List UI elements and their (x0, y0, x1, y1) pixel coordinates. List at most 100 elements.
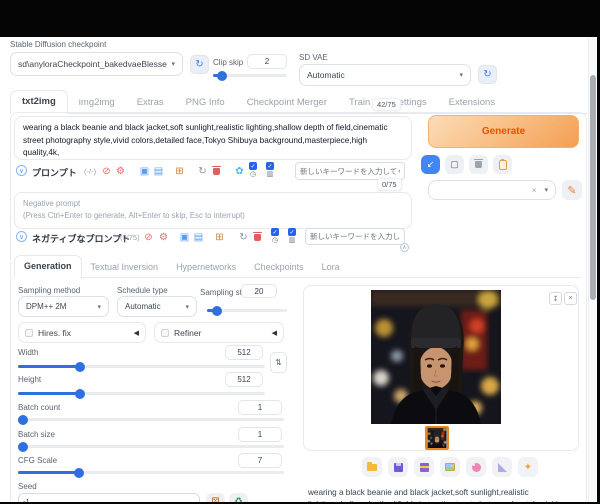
window-top-band (0, 0, 600, 37)
extra-networks-button[interactable]: ▢ (445, 155, 464, 174)
prompt-textarea[interactable]: wearing a black beanie and black jacket,… (14, 116, 412, 160)
reuse-seed-button[interactable]: ♻ (229, 493, 248, 502)
save-icon[interactable]: ▤ (192, 231, 205, 244)
save-icon[interactable]: ▤ (152, 165, 165, 178)
refiner-checkbox[interactable] (161, 328, 169, 337)
palette-icon (471, 462, 481, 472)
height-value[interactable]: 512 (225, 372, 263, 387)
flower-icon[interactable]: ✿ (233, 165, 246, 178)
cfg-scale-slider[interactable] (18, 467, 284, 478)
collapse-left-icon[interactable]: ◀ (272, 329, 277, 337)
batch-count-value[interactable]: 1 (238, 400, 282, 415)
tab-img2img[interactable]: img2img (68, 92, 126, 114)
translate-icon[interactable]: ⊘ (142, 231, 155, 244)
delete-icon[interactable] (210, 165, 223, 178)
trash-icon (474, 158, 483, 168)
tab-lora[interactable]: Lora (313, 257, 349, 278)
folder-icon (367, 461, 377, 471)
auto-translate-toggle[interactable]: ✓ ◷ (271, 228, 279, 244)
settings-icon[interactable]: ⚙ (114, 165, 127, 178)
page-scrollbar-thumb[interactable] (590, 75, 596, 300)
checkpoint-dropdown[interactable]: sd\anyloraCheckpoint_bakedvaeBlessedFp16… (10, 52, 183, 76)
apply-styles-button[interactable] (493, 155, 512, 174)
tab-textual-inversion[interactable]: Textual Inversion (82, 257, 168, 278)
save-zip-button[interactable] (414, 457, 434, 477)
dictionary-toggle[interactable]: ✓ ▥ (266, 162, 274, 178)
edit-styles-button[interactable]: ✎ (562, 180, 582, 200)
cfg-scale-value[interactable]: 7 (238, 453, 282, 468)
sd-vae-refresh-button[interactable]: ↻ (478, 65, 497, 84)
frame-icon: ▢ (450, 159, 459, 169)
sd-vae-dropdown[interactable]: Automatic ▾ (299, 64, 471, 86)
copy-icon[interactable]: ▣ (138, 165, 151, 178)
gallery-thumbnail[interactable] (425, 426, 449, 450)
negative-prompt-textarea[interactable] (14, 192, 412, 229)
checkpoint-value: sd\anyloraCheckpoint_bakedvaeBlessedFp16… (18, 59, 167, 69)
send-to-img2img-button[interactable] (440, 457, 460, 477)
send-to-inpaint-button[interactable] (466, 457, 486, 477)
chevron-up-icon: ∧ (402, 245, 407, 251)
hires-fix-section[interactable]: Hires. fix ◀ (18, 322, 146, 343)
clip-skip-slider[interactable] (213, 70, 287, 81)
send-to-extras-button[interactable] (492, 457, 512, 477)
width-slider[interactable] (18, 361, 265, 372)
clear-styles-icon[interactable]: × (532, 186, 537, 195)
batch-size-slider[interactable] (18, 441, 284, 452)
hires-fix-checkbox[interactable] (25, 328, 33, 337)
settings-icon[interactable]: ⚙ (157, 231, 170, 244)
generated-image[interactable] (371, 290, 501, 424)
refiner-section[interactable]: Refiner ◀ (154, 322, 284, 343)
refresh-icon: ↻ (483, 69, 492, 80)
book-icon: ▥ (266, 171, 274, 178)
negative-keyword-input[interactable] (305, 228, 405, 245)
clear-prompt-button[interactable] (469, 155, 488, 174)
paste-params-button[interactable]: ↙ (421, 155, 440, 174)
sampling-steps-slider[interactable] (207, 305, 287, 316)
batch-size-label: Batch size (18, 430, 55, 439)
tab-hypernetworks[interactable]: Hypernetworks (167, 257, 245, 278)
history-icon[interactable]: ↻ (237, 231, 250, 244)
batch-size-value[interactable]: 1 (238, 427, 282, 442)
cards-icon[interactable]: ⊞ (213, 231, 226, 244)
styles-dropdown[interactable]: × ▾ (428, 180, 556, 200)
collapse-left-icon[interactable]: ◀ (134, 329, 139, 337)
download-image-button[interactable]: ↧ (549, 292, 562, 305)
tab-checkpoints[interactable]: Checkpoints (245, 257, 313, 278)
webui-page: Stable Diffusion checkpoint sd\anyloraCh… (0, 37, 597, 502)
prompt-collapse-button[interactable]: ∨ (16, 165, 27, 176)
negative-collapse-button[interactable]: ∨ (16, 231, 27, 242)
seed-label: Seed (18, 482, 37, 491)
auto-translate-toggle[interactable]: ✓ ◷ (249, 162, 257, 178)
seed-input[interactable] (18, 493, 200, 502)
height-slider[interactable] (18, 388, 265, 399)
cards-icon[interactable]: ⊞ (173, 165, 186, 178)
sampling-method-label: Sampling method (18, 286, 81, 295)
clip-skip-value[interactable]: 2 (247, 54, 287, 69)
sampling-steps-value[interactable]: 20 (241, 284, 277, 298)
tab-extras[interactable]: Extras (126, 92, 175, 114)
width-value[interactable]: 512 (225, 345, 263, 360)
save-image-button[interactable] (388, 457, 408, 477)
tab-png-info[interactable]: PNG Info (175, 92, 236, 114)
translate-icon[interactable]: ⊘ (100, 165, 113, 178)
close-preview-button[interactable]: × (564, 292, 577, 305)
tab-checkpoint-merger[interactable]: Checkpoint Merger (236, 92, 338, 114)
tab-txt2img[interactable]: txt2img (10, 90, 68, 114)
open-folder-button[interactable] (362, 457, 382, 477)
checkpoint-refresh-button[interactable]: ↻ (190, 55, 209, 74)
delete-icon[interactable] (251, 231, 264, 244)
dictionary-toggle[interactable]: ✓ ▥ (288, 228, 296, 244)
history-icon[interactable]: ↻ (196, 165, 209, 178)
prompt-toolbar-label: プロンプト (32, 168, 77, 178)
tab-extensions[interactable]: Extensions (438, 92, 506, 114)
batch-count-slider[interactable] (18, 414, 284, 425)
random-seed-button[interactable]: ⚄ (206, 493, 225, 502)
swap-dimensions-button[interactable]: ⇅ (270, 352, 287, 373)
copy-icon[interactable]: ▣ (178, 231, 191, 244)
tab-generation[interactable]: Generation (14, 255, 82, 278)
panel-collapse-up-button[interactable]: ∧ (400, 243, 409, 252)
schedule-type-dropdown[interactable]: Automatic ▾ (117, 296, 197, 317)
upscale-button[interactable]: ✦ (518, 457, 538, 477)
sampling-method-dropdown[interactable]: DPM++ 2M ▾ (18, 296, 109, 317)
generate-button[interactable]: Generate (428, 115, 579, 148)
